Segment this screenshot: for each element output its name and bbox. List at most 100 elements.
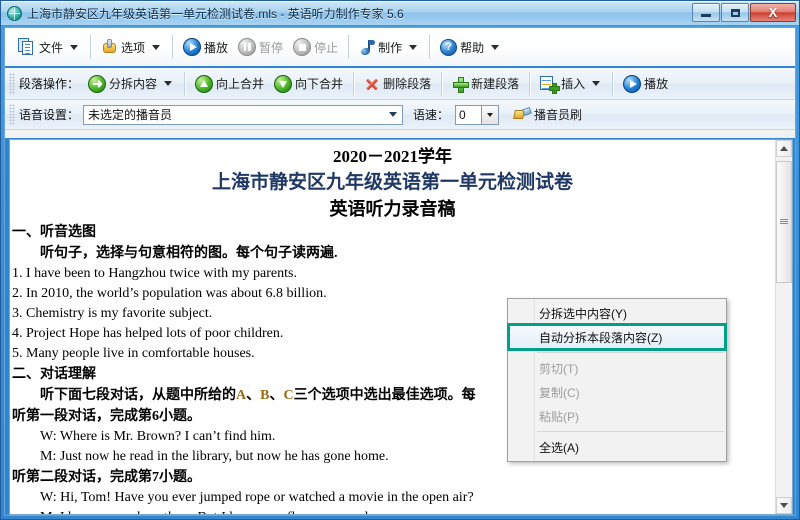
toolbar-button-produce-label: 制作	[378, 40, 403, 55]
insert-icon	[540, 75, 561, 94]
toolbar-button-produce[interactable]: 制作	[354, 33, 424, 61]
doc-line: 听句子，选择与句意相符的图。每个句子读两遍.	[40, 246, 338, 261]
toolbar-button-options-label: 选项	[121, 40, 146, 55]
chevron-up-icon	[780, 146, 788, 151]
toolbar-button-delete-paragraph[interactable]: 删除段落	[359, 70, 436, 98]
toolbar-button-split-content-label: 分拆内容	[109, 77, 158, 91]
minimize-button[interactable]	[692, 3, 720, 22]
toolbar-button-merge-up[interactable]: 向上合并	[190, 70, 269, 98]
maximize-icon	[730, 8, 740, 17]
voice-section-label: 语音设置：	[19, 108, 80, 122]
doc-title-sub: 英语听力录音稿	[329, 199, 456, 219]
close-button[interactable]: X	[750, 3, 796, 22]
scroll-down-button[interactable]	[776, 497, 792, 514]
toolbar-button-stop: 停止	[288, 33, 343, 61]
toolbar-separator	[90, 35, 92, 59]
split-arrow-icon: ➜	[88, 74, 107, 93]
chevron-down-icon[interactable]	[70, 44, 79, 50]
speed-label: 语速：	[413, 108, 450, 122]
doc-line: 一、听音选图	[12, 225, 96, 240]
arrow-down-icon	[274, 74, 293, 93]
toolbar-button-merge-down[interactable]: 向下合并	[269, 70, 348, 98]
paragraph-section-label: 段落操作：	[19, 77, 80, 91]
toolbar-button-play-paragraph[interactable]: 播放	[618, 70, 673, 98]
toolbar-grip[interactable]	[9, 103, 15, 126]
scrollbar-thumb[interactable]	[776, 161, 792, 283]
menu-item-split-selected[interactable]: 分拆选中内容(Y)	[508, 301, 726, 325]
menu-item-cut: 剪切(T)	[539, 361, 579, 376]
toolbar-separator	[441, 71, 443, 96]
music-note-icon	[359, 39, 376, 56]
window-controls: X	[692, 3, 796, 22]
doc-title-year: 2020－2021学年	[333, 147, 452, 166]
toolbar-grip[interactable]	[9, 72, 15, 95]
toolbar-button-merge-down-label: 向下合并	[295, 77, 344, 91]
toolbar-separator	[184, 71, 186, 96]
toolbar-button-announcer-brush[interactable]: 播音员刷	[509, 101, 587, 129]
pause-icon	[238, 38, 257, 56]
toolbar-button-delete-paragraph-label: 删除段落	[383, 77, 432, 91]
scrollbar-track[interactable]	[776, 157, 792, 497]
delete-x-icon	[364, 76, 380, 92]
menu-item-paste: 粘贴(P)	[539, 409, 579, 424]
toolbar-button-insert-label: 插入	[561, 77, 586, 91]
toolbar-button-options[interactable]: 选项	[96, 33, 167, 61]
minimize-icon	[701, 13, 711, 17]
play-icon	[183, 38, 202, 56]
maximize-button[interactable]	[721, 3, 749, 22]
client-area: 文件 选项 播放 暂停 停止 制作 ? 帮助 段落操作： ➜ 分拆内容 向上合并…	[4, 27, 796, 516]
title-bar: 上海市静安区九年级英语第一单元检测试卷.mls - 英语听力制作专家 5.6 X	[1, 1, 799, 26]
toolbar-separator	[612, 71, 614, 96]
toolbar-button-stop-label: 停止	[314, 40, 339, 55]
toolbar-button-file-label: 文件	[39, 40, 64, 55]
chevron-down-icon	[780, 503, 788, 508]
announcer-select-value: 未选定的播音员	[88, 108, 173, 122]
chevron-down-icon[interactable]	[409, 44, 418, 50]
app-globe-icon	[7, 5, 22, 21]
application-window: 上海市静安区九年级英语第一单元检测试卷.mls - 英语听力制作专家 5.6 X…	[0, 0, 800, 520]
doc-title-main: 上海市静安区九年级英语第一单元检测试卷	[211, 172, 573, 193]
doc-line: 1. I have been to Hangzhou twice with my…	[12, 266, 297, 281]
play-icon	[623, 74, 642, 93]
menu-item-copy: 复制(C)	[539, 385, 580, 400]
brush-icon	[513, 106, 532, 122]
toolbar-button-help[interactable]: ? 帮助	[435, 33, 506, 61]
toolbar-button-play[interactable]: 播放	[178, 33, 233, 61]
toolbar-button-announcer-brush-label: 播音员刷	[534, 108, 583, 122]
main-toolbar: 文件 选项 播放 暂停 停止 制作 ? 帮助	[5, 28, 795, 68]
toolbar-button-split-content[interactable]: ➜ 分拆内容	[83, 70, 179, 98]
toolbar-separator	[172, 35, 174, 59]
toolbar-button-merge-up-label: 向上合并	[216, 77, 265, 91]
grip-icon	[780, 219, 788, 225]
doc-line: 听第二段对话，完成第7小题。	[12, 470, 201, 485]
toolbar-button-new-paragraph[interactable]: 新建段落	[447, 70, 524, 98]
vertical-scrollbar[interactable]	[775, 140, 792, 514]
toolbar-separator	[429, 35, 431, 59]
chevron-down-icon[interactable]	[592, 81, 601, 86]
toolbar-separator	[529, 71, 531, 96]
doc-line: W: Hi, Tom! Have you ever jumped rope or…	[40, 490, 474, 505]
speed-dropdown-button[interactable]	[481, 104, 500, 125]
toolbar-button-play-label: 播放	[204, 40, 229, 55]
toolbar-separator	[353, 71, 355, 96]
toolbar-button-file[interactable]: 文件	[13, 33, 85, 61]
toolbar-button-new-paragraph-label: 新建段落	[471, 77, 520, 91]
context-menu: 分拆选中内容(Y) 自动分拆本段落内容(Z) 剪切(T) 复制(C) 粘贴(P)…	[507, 298, 727, 462]
announcer-select[interactable]: 未选定的播音员	[83, 104, 404, 125]
menu-item-auto-split-paragraph[interactable]: 自动分拆本段落内容(Z)	[507, 323, 727, 351]
chevron-down-icon[interactable]	[491, 44, 500, 50]
speed-stepper[interactable]: 0	[455, 104, 500, 125]
toolbar-button-insert[interactable]: 插入	[535, 70, 607, 98]
menu-item-select-all[interactable]: 全选(A)	[508, 435, 726, 459]
chevron-down-icon[interactable]	[152, 44, 161, 50]
close-icon: X	[768, 5, 778, 20]
arrow-up-icon	[195, 74, 214, 93]
chevron-down-icon[interactable]	[385, 112, 400, 117]
toolbar-button-pause: 暂停	[233, 33, 288, 61]
menu-separator	[537, 352, 724, 353]
toolbar-button-help-label: 帮助	[460, 40, 485, 55]
scroll-up-button[interactable]	[776, 140, 792, 157]
chevron-down-icon[interactable]	[164, 81, 173, 86]
plus-icon	[452, 76, 470, 93]
speed-value[interactable]: 0	[455, 104, 482, 125]
